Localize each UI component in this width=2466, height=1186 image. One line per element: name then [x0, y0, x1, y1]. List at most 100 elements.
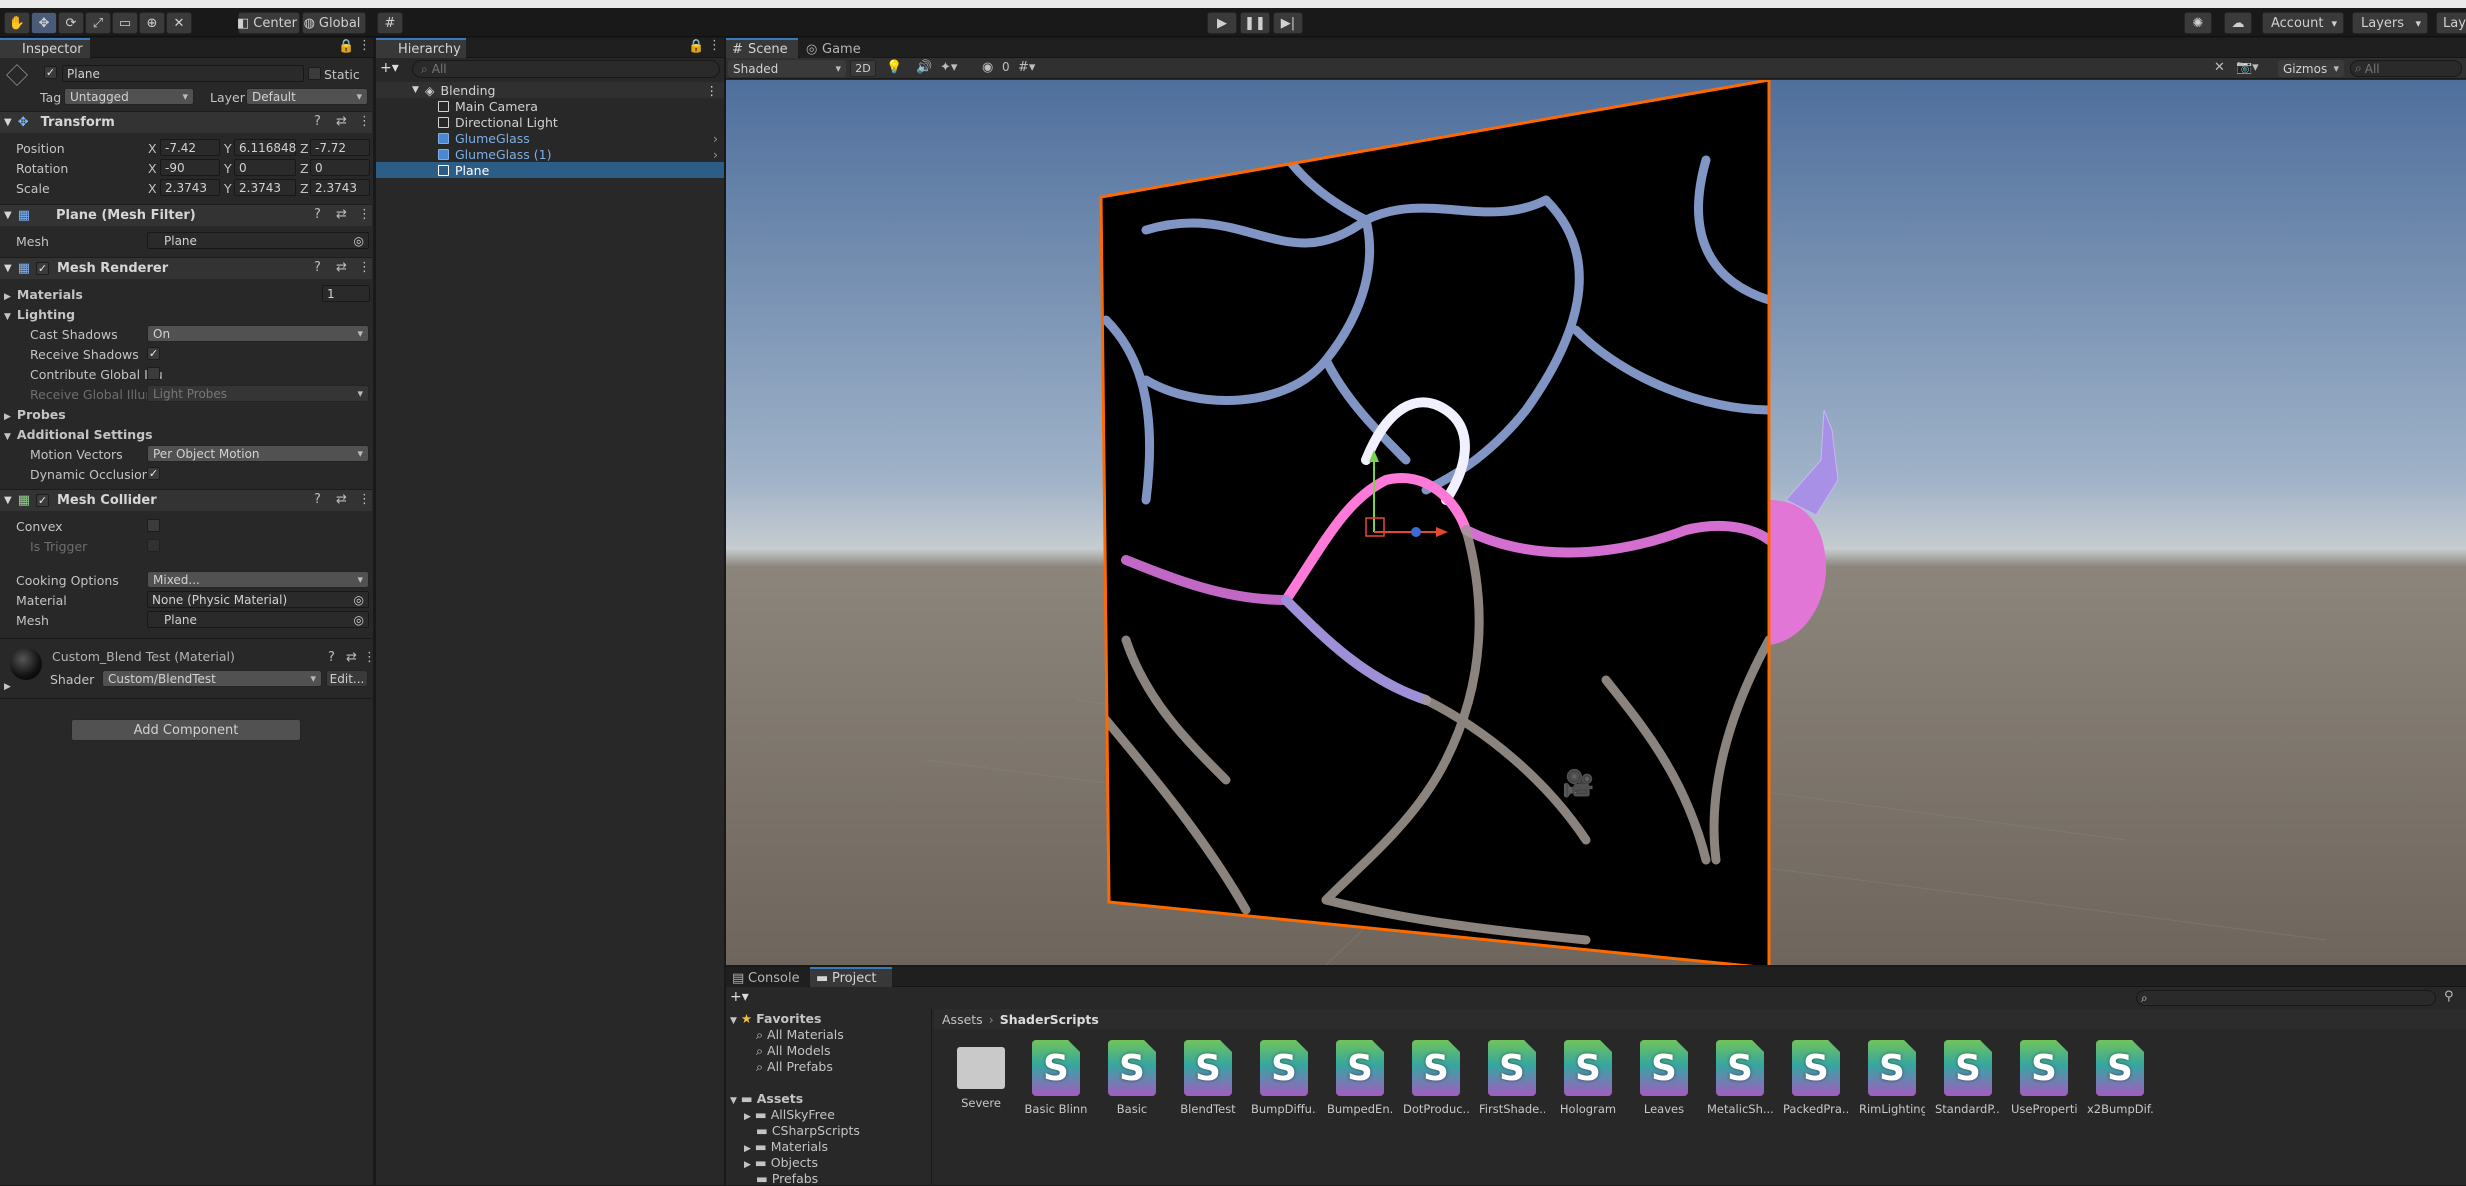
tab-inspector[interactable]: Inspector	[0, 38, 90, 58]
asset-item-shader[interactable]: S Leaves	[1631, 1040, 1697, 1116]
help-icon[interactable]: ?	[314, 260, 321, 275]
asset-item-shader[interactable]: S Hologram	[1555, 1040, 1621, 1116]
asset-item-shader[interactable]: Sx2BumpDif...	[2087, 1040, 2153, 1116]
asset-item-shader[interactable]: SBumpedEn...	[1327, 1040, 1393, 1116]
preset-icon[interactable]: ⇄	[336, 260, 347, 275]
grid-toggle-icon[interactable]: #▾	[1018, 60, 1035, 75]
hierarchy-item-glumeglass-1[interactable]: GlumeGlass (1) ›	[376, 146, 724, 162]
asset-item-shader[interactable]: S PackedPra...	[1783, 1040, 1849, 1116]
materials-count-field[interactable]: 1	[322, 285, 370, 302]
cloud-button[interactable]: ☁	[2224, 12, 2252, 34]
lighting-foldout[interactable]: ▼ Lighting	[4, 307, 75, 322]
motion-vectors-dropdown[interactable]: Per Object Motion	[147, 445, 369, 462]
camera-gizmo-icon[interactable]: 🎥	[1562, 768, 1594, 799]
tab-game[interactable]: ◎ Game	[800, 38, 872, 58]
more-options-icon[interactable]: ⋮	[708, 38, 721, 53]
asset-item-shader[interactable]: S StandardP...	[1935, 1040, 2001, 1116]
asset-item-shader[interactable]: S Basic Blinn	[1023, 1040, 1089, 1116]
object-name-field[interactable]: Plane	[62, 65, 304, 82]
foldout-arrow-icon[interactable]: ▶	[4, 682, 11, 692]
custom-tool-button[interactable]: ✕	[166, 12, 192, 34]
mesh-filter-mesh-field[interactable]: Plane ◎	[147, 232, 369, 249]
assets-foldout[interactable]: ▼ ▬ Assets	[730, 1091, 803, 1106]
pivot-center-button[interactable]: ◧ Center	[237, 12, 300, 34]
object-picker-icon[interactable]: ◎	[354, 593, 364, 607]
preset-icon[interactable]: ⇄	[336, 114, 347, 129]
lightbulb-icon[interactable]: 💡	[886, 60, 902, 75]
object-picker-icon[interactable]: ◎	[354, 234, 364, 248]
account-dropdown[interactable]: Account ▾	[2262, 12, 2344, 34]
component-menu-icon[interactable]: ⋮	[358, 207, 371, 222]
receive-shadows-checkbox[interactable]: ✓	[147, 347, 160, 360]
hierarchy-item-plane[interactable]: Plane	[376, 162, 724, 178]
transform-tool-button[interactable]: ⊕	[139, 12, 165, 34]
preset-icon[interactable]: ⇄	[336, 207, 347, 222]
asset-item-shader[interactable]: S Basic	[1099, 1040, 1165, 1116]
position-x-field[interactable]: -7.42	[160, 139, 220, 156]
component-menu-icon[interactable]: ⋮	[363, 650, 376, 665]
tab-project[interactable]: ▬ Project	[810, 967, 892, 987]
tab-hierarchy[interactable]: Hierarchy	[376, 38, 466, 58]
rotate-tool-button[interactable]: ⟳	[58, 12, 84, 34]
effects-icon[interactable]: ✦▾	[940, 60, 957, 75]
scale-tool-button[interactable]: ⤢	[85, 12, 111, 34]
asset-item-shader[interactable]: SUseProperti...	[2011, 1040, 2077, 1116]
more-options-icon[interactable]: ⋮	[358, 38, 371, 53]
layers-dropdown[interactable]: Layers ▾	[2352, 12, 2428, 34]
rotation-x-field[interactable]: -90	[160, 159, 220, 176]
project-search-input[interactable]: ⌕	[2136, 990, 2436, 1006]
pause-button[interactable]: ❚❚	[1240, 12, 1270, 34]
cooking-options-dropdown[interactable]: Mixed...	[147, 571, 369, 588]
component-menu-icon[interactable]: ⋮	[358, 260, 371, 275]
position-z-field[interactable]: -7.72	[310, 139, 370, 156]
create-button[interactable]: +▾	[380, 60, 408, 78]
asset-item-shader[interactable]: S MetalicSh...	[1707, 1040, 1773, 1116]
collider-material-field[interactable]: None (Physic Material) ◎	[147, 591, 369, 608]
hierarchy-item-main-camera[interactable]: Main Camera	[376, 98, 724, 114]
breadcrumb-assets[interactable]: Assets	[942, 1012, 983, 1027]
folder-csharpscripts[interactable]: ▬ CSharpScripts	[756, 1123, 860, 1138]
tools-icon[interactable]: ✕	[2214, 60, 2225, 75]
active-checkbox[interactable]: ✓	[44, 66, 57, 79]
more-options-icon[interactable]: ⋮	[706, 83, 719, 98]
hierarchy-item-directional-light[interactable]: Directional Light	[376, 114, 724, 130]
preset-icon[interactable]: ⇄	[336, 492, 347, 507]
move-tool-button[interactable]: ✥	[31, 12, 57, 34]
asset-item-shader[interactable]: S DotProduc...	[1403, 1040, 1469, 1116]
scale-z-field[interactable]: 2.3743	[310, 179, 370, 196]
probes-foldout[interactable]: ▶ Probes	[4, 407, 66, 422]
collider-mesh-field[interactable]: Plane ◎	[147, 611, 369, 628]
scale-y-field[interactable]: 2.3743	[234, 179, 296, 196]
shader-edit-button[interactable]: Edit...	[326, 670, 368, 687]
play-button[interactable]: ▶	[1207, 12, 1237, 34]
scene-search-input[interactable]: ⌕ All	[2350, 60, 2462, 77]
2d-toggle-button[interactable]: 2D	[850, 60, 876, 77]
visibility-icon[interactable]: ◉	[982, 60, 993, 75]
chevron-right-icon[interactable]: ›	[713, 147, 718, 162]
project-options-icon[interactable]: ⚲	[2444, 989, 2454, 1004]
help-icon[interactable]: ?	[314, 114, 321, 129]
project-create-button[interactable]: +▾	[730, 989, 760, 1007]
favorites-foldout[interactable]: ▼ ★ Favorites	[730, 1011, 821, 1026]
tab-console[interactable]: ▤ Console	[726, 967, 808, 987]
audio-icon[interactable]: 🔊	[916, 60, 932, 75]
materials-foldout[interactable]: ▶ Materials	[4, 287, 83, 302]
folder-allskyfree[interactable]: ▶ ▬ AllSkyFree	[744, 1107, 835, 1122]
rect-tool-button[interactable]: ▭	[112, 12, 138, 34]
shading-mode-dropdown[interactable]: Shaded	[728, 60, 846, 77]
folder-prefabs[interactable]: ▬ Prefabs	[756, 1171, 818, 1186]
asset-item-shader[interactable]: S RimLighting	[1859, 1040, 1925, 1116]
folder-materials[interactable]: ▶ ▬ Materials	[744, 1139, 828, 1154]
add-component-button[interactable]: Add Component	[71, 719, 301, 741]
lighting-button[interactable]: ✺	[2184, 12, 2212, 34]
asset-item-shader[interactable]: S FirstShade...	[1479, 1040, 1545, 1116]
lock-icon[interactable]: 🔒	[338, 39, 354, 54]
help-icon[interactable]: ?	[328, 650, 335, 665]
dynamic-occlusion-checkbox[interactable]: ✓	[147, 467, 160, 480]
favorite-all-materials[interactable]: ⌕ All Materials	[756, 1027, 844, 1043]
scene-viewport[interactable]: 🎥	[726, 80, 2466, 965]
rotation-y-field[interactable]: 0	[234, 159, 296, 176]
help-icon[interactable]: ?	[314, 207, 321, 222]
chevron-right-icon[interactable]: ›	[713, 131, 718, 146]
layer-dropdown[interactable]: Default	[246, 88, 368, 105]
